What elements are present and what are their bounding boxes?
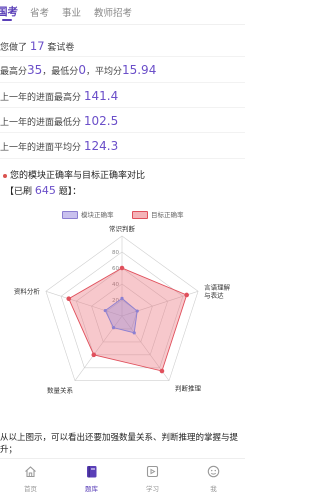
tab-provincial-exam[interactable]: 省考 bbox=[30, 5, 49, 19]
divider bbox=[0, 56, 245, 57]
analysis-conclusion: 从以上图示，可以看出还要加强数量关系、判断推理的掌握与提升； bbox=[0, 433, 239, 455]
radar-axis-label: 常识判断 bbox=[109, 224, 136, 233]
highest-score: 35 bbox=[27, 63, 43, 77]
bullet-dot-icon bbox=[3, 173, 7, 178]
divider bbox=[0, 158, 245, 159]
average-score: 15.94 bbox=[121, 63, 157, 77]
last-year-highest-line: 上一年的进面最高分 141.4 bbox=[0, 89, 119, 103]
last-year-lowest-score: 102.5 bbox=[83, 114, 119, 128]
bottom-nav: 首页 题库 学习 我 bbox=[0, 458, 245, 497]
target-accuracy-point bbox=[184, 292, 189, 298]
last-year-average-score: 124.3 bbox=[83, 139, 119, 153]
radar-axis-label: 言语理解与表达 bbox=[204, 282, 231, 299]
divider bbox=[0, 107, 245, 108]
questions-done-line: 【已刷 645 题】： bbox=[5, 184, 82, 197]
active-tab-indicator bbox=[2, 19, 12, 21]
legend-swatch bbox=[132, 211, 148, 219]
profile-icon bbox=[207, 465, 220, 478]
target-accuracy-point bbox=[91, 352, 97, 358]
radar-chart-svg: 20406080常识判断言语理解与表达判断推理数量关系资料分析 bbox=[14, 224, 231, 395]
radar-axis-label: 判断推理 bbox=[175, 384, 202, 393]
tab-teacher-recruitment[interactable]: 教师招考 bbox=[94, 5, 132, 19]
module-accuracy-point bbox=[132, 331, 136, 335]
last-year-average-line: 上一年的进面平均分 124.3 bbox=[0, 139, 119, 153]
radar-tick-label: 80 bbox=[112, 250, 119, 256]
last-year-highest-score: 141.4 bbox=[83, 89, 119, 103]
nav-question-bank[interactable]: 题库 bbox=[61, 459, 122, 497]
legend-target-accuracy[interactable]: 目标正确率 bbox=[132, 209, 184, 219]
radar-axis-label: 资料分析 bbox=[14, 286, 41, 295]
tabs-divider bbox=[0, 24, 245, 25]
questions-done-count: 645 bbox=[34, 184, 56, 197]
target-accuracy-point bbox=[119, 265, 125, 271]
module-accuracy-point bbox=[120, 296, 124, 300]
module-accuracy-point bbox=[111, 326, 116, 330]
tab-national-exam[interactable]: 国考 bbox=[0, 4, 18, 19]
legend-module-accuracy[interactable]: 模块正确率 bbox=[62, 209, 114, 219]
papers-done-count: 17 bbox=[29, 39, 45, 53]
score-summary-line: 最高分35，最低分0，平均分15.94 bbox=[0, 63, 157, 77]
lowest-score: 0 bbox=[78, 63, 86, 77]
home-icon bbox=[25, 466, 36, 478]
nav-study[interactable]: 学习 bbox=[122, 459, 183, 497]
tab-public-institution[interactable]: 事业 bbox=[62, 5, 81, 19]
nav-home[interactable]: 首页 bbox=[0, 459, 61, 497]
papers-done-line: 您做了 17 套试卷 bbox=[0, 39, 75, 53]
radar-chart: 20406080常识判断言语理解与表达判断推理数量关系资料分析 bbox=[0, 220, 245, 420]
chart-legend: 模块正确率 目标正确率 bbox=[0, 206, 245, 220]
radar-axis-label: 数量关系 bbox=[47, 386, 74, 395]
section-title: 您的模块正确率与目标正确率对比 bbox=[3, 168, 145, 181]
module-accuracy-point bbox=[135, 309, 139, 313]
divider bbox=[0, 132, 245, 133]
study-icon bbox=[146, 465, 159, 478]
divider bbox=[0, 82, 245, 83]
last-year-lowest-line: 上一年的进面最低分 102.5 bbox=[0, 114, 119, 128]
exam-type-tabs: 国考 省考 事业 教师招考 bbox=[0, 0, 245, 24]
target-accuracy-point bbox=[159, 368, 165, 374]
legend-swatch bbox=[62, 211, 78, 219]
question-bank-icon bbox=[87, 466, 97, 478]
nav-profile[interactable]: 我 bbox=[183, 459, 244, 497]
module-accuracy-point bbox=[103, 308, 107, 313]
target-accuracy-point bbox=[66, 296, 72, 301]
